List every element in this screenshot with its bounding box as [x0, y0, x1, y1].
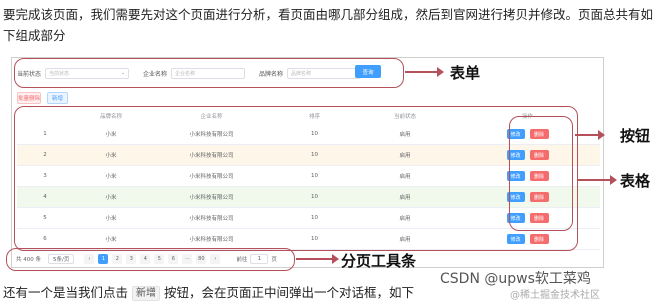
csdn-watermark: CSDN @upws软工菜鸡: [440, 271, 591, 287]
inline-add-chip: 新增: [132, 286, 160, 301]
table-arrow-icon: [578, 175, 617, 185]
buttons-annotation-label: 按钮: [620, 127, 651, 145]
form-annotation-box: [14, 58, 404, 88]
buttons-annotation-box: [509, 116, 573, 231]
batch-delete-button[interactable]: 批量删除: [17, 92, 41, 104]
form-arrow-icon: [405, 67, 444, 77]
pager-annotation-label: 分页工具条: [341, 252, 417, 270]
buttons-arrow-icon: [575, 130, 605, 140]
pager-arrow-icon: [296, 254, 339, 264]
outro-before-text: 还有一个是当我们点击: [3, 285, 129, 300]
add-button[interactable]: 新增: [47, 92, 68, 104]
article-intro: 要完成该页面，我们需要先对这个页面进行分析，看页面由哪几部分组成，然后到官网进行…: [3, 7, 654, 43]
pager-annotation-box: [6, 248, 295, 271]
table-annotation-label: 表格: [620, 172, 651, 190]
table-annotation-box: [14, 106, 578, 251]
outro-after-text: 按钮，会在页面正中间弹出一个对话框，如下: [163, 285, 414, 300]
juejin-watermark: @稀土掘金技术社区: [510, 290, 600, 301]
form-annotation-label: 表单: [450, 64, 481, 82]
